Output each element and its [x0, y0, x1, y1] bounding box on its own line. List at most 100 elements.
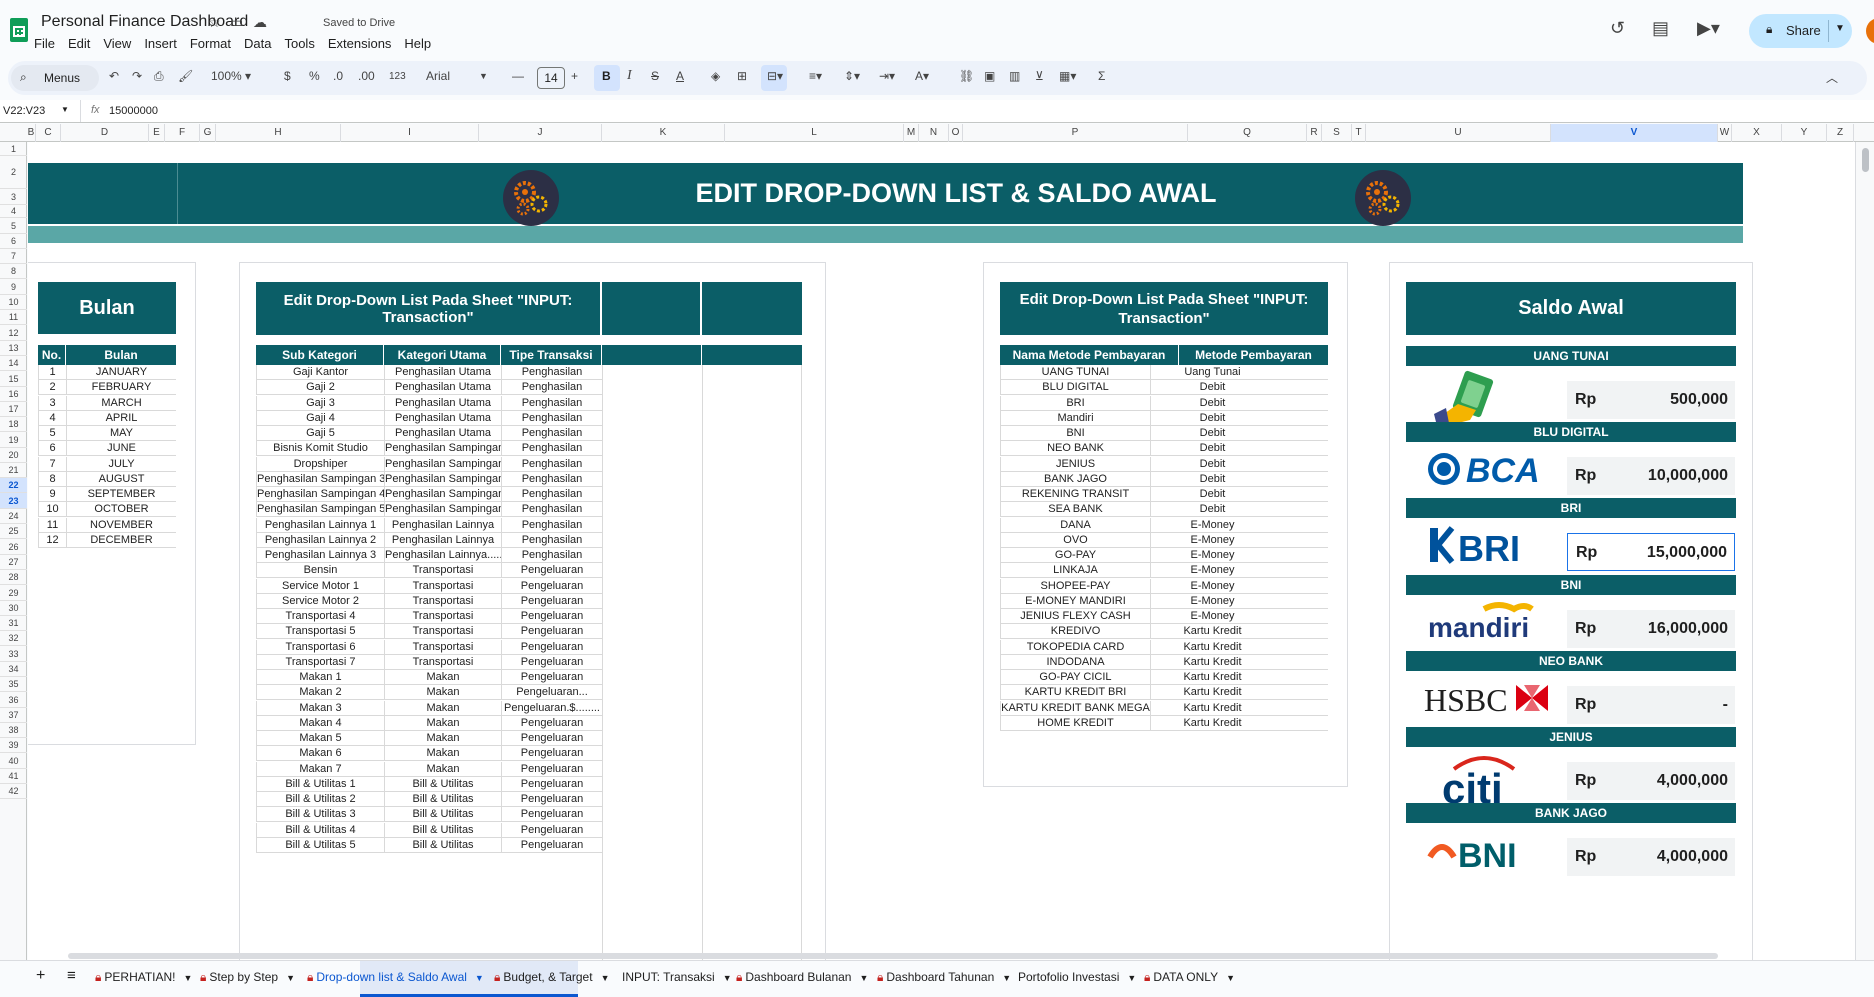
table-cell[interactable]: E-Money	[1150, 593, 1274, 609]
table-cell[interactable]: Transportasi	[384, 624, 501, 640]
column-header-w[interactable]: W	[1718, 124, 1732, 142]
sheet-tab[interactable]: 🔒︎ Drop-down list & Saldo Awal ▼	[307, 970, 484, 985]
table-cell[interactable]: Bill & Utilitas	[384, 807, 501, 823]
row-header-34[interactable]: 34	[0, 662, 27, 677]
chevron-down-icon[interactable]: ▼	[1127, 973, 1136, 983]
table-cell[interactable]: Kartu Kredit	[1150, 700, 1274, 716]
table-cell[interactable]: Transportasi 6	[256, 639, 384, 655]
table-cell[interactable]: Service Motor 2	[256, 593, 384, 609]
table-cell[interactable]: Kartu Kredit	[1150, 654, 1274, 670]
table-cell[interactable]: Penghasilan Utama	[384, 365, 501, 380]
sheet-tab[interactable]: Portofolio Investasi ▼	[1018, 970, 1136, 984]
table-cell[interactable]: Gaji 2	[256, 380, 384, 396]
table-cell[interactable]: Bill & Utilitas 5	[256, 837, 384, 853]
table-cell[interactable]: Uang Tunai	[1150, 365, 1274, 380]
table-cell[interactable]: Gaji 3	[256, 395, 384, 411]
table-cell[interactable]: Debit	[1150, 456, 1274, 472]
column-header-c[interactable]: C	[36, 124, 61, 142]
row-header-38[interactable]: 38	[0, 723, 27, 738]
menu-item-insert[interactable]: Insert	[144, 36, 177, 51]
table-cell[interactable]: Penghasilan Sampingan	[384, 456, 501, 472]
table-cell[interactable]: FEBRUARY	[66, 380, 176, 396]
insert-comment-icon[interactable]: ▣	[984, 69, 995, 83]
table-cell[interactable]: E-MONEY MANDIRI	[1000, 593, 1150, 609]
table-cell[interactable]: Pengeluaran	[501, 609, 602, 624]
table-cell[interactable]: Bill & Utilitas 2	[256, 792, 384, 807]
table-cell[interactable]: Dropshiper	[256, 456, 384, 472]
table-cell[interactable]: 11	[38, 517, 66, 533]
row-header-33[interactable]: 33	[0, 646, 27, 662]
table-cell[interactable]: E-Money	[1150, 532, 1274, 548]
undo-icon[interactable]: ↶	[109, 69, 119, 83]
row-header-27[interactable]: 27	[0, 555, 27, 570]
row-header-19[interactable]: 19	[0, 432, 27, 448]
table-cell[interactable]: Penghasilan	[501, 380, 602, 396]
table-cell[interactable]: JUNE	[66, 441, 176, 457]
table-cell[interactable]: 3	[38, 395, 66, 411]
font-size-input[interactable]: 14	[537, 67, 565, 89]
table-cell[interactable]: NOVEMBER	[66, 517, 176, 533]
row-header-17[interactable]: 17	[0, 402, 27, 417]
sheet-grid[interactable]: EDIT DROP-DOWN LIST & SALDO AWAL Bulan N…	[28, 142, 1856, 960]
table-cell[interactable]: Kartu Kredit	[1150, 670, 1274, 685]
decrease-font-size-icon[interactable]: —	[512, 69, 524, 83]
table-cell[interactable]: Makan	[384, 685, 501, 701]
table-cell[interactable]: Makan	[384, 670, 501, 685]
chevron-down-icon[interactable]: ▼	[601, 973, 610, 983]
table-cell[interactable]: 2	[38, 380, 66, 396]
row-header-9[interactable]: 9	[0, 279, 27, 295]
table-cell[interactable]: Makan 4	[256, 715, 384, 731]
table-cell[interactable]: Transportasi 7	[256, 654, 384, 670]
add-sheet-icon[interactable]: +	[36, 967, 45, 985]
row-header-29[interactable]: 29	[0, 585, 27, 601]
table-cell[interactable]: SHOPEE-PAY	[1000, 578, 1150, 594]
table-cell[interactable]: 7	[38, 456, 66, 472]
table-cell[interactable]: Pengeluaran	[501, 822, 602, 838]
table-cell[interactable]: 12	[38, 532, 66, 548]
table-cell[interactable]: Transportasi	[384, 639, 501, 655]
all-sheets-icon[interactable]: ≡	[67, 967, 76, 984]
table-cell[interactable]: TOKOPEDIA CARD	[1000, 639, 1150, 655]
table-cell[interactable]: Bensin	[256, 563, 384, 579]
table-cell[interactable]: Pengeluaran	[501, 624, 602, 640]
paint-format-icon[interactable]: 🖌︎	[178, 69, 193, 83]
version-history-icon[interactable]: ↺	[1610, 18, 1625, 39]
table-cell[interactable]: NEO BANK	[1000, 441, 1150, 457]
increase-font-size-icon[interactable]: +	[571, 69, 578, 83]
font-dropdown-icon[interactable]: ▼	[479, 71, 488, 81]
row-header-40[interactable]: 40	[0, 753, 27, 769]
table-cell[interactable]: Gaji 4	[256, 410, 384, 426]
row-header-18[interactable]: 18	[0, 417, 27, 432]
table-cell[interactable]: Gaji 5	[256, 426, 384, 441]
amount-cell[interactable]: Rp 500,000	[1567, 381, 1735, 419]
column-header-b[interactable]: B	[27, 124, 36, 142]
sheet-tab[interactable]: 🔒︎ Dashboard Tahunan ▼	[877, 970, 1011, 985]
insert-link-icon[interactable]: ⛓︎	[959, 69, 974, 83]
table-cell[interactable]: Makan 1	[256, 670, 384, 685]
row-header-24[interactable]: 24	[0, 509, 27, 524]
table-cell[interactable]: SEA BANK	[1000, 502, 1150, 518]
column-header-g[interactable]: G	[200, 124, 216, 142]
table-cell[interactable]: Pengeluaran	[501, 715, 602, 731]
row-header-31[interactable]: 31	[0, 616, 27, 631]
table-cell[interactable]: KARTU KREDIT BRI	[1000, 685, 1150, 701]
column-header-u[interactable]: U	[1366, 124, 1551, 142]
merge-cells-icon[interactable]: ⊟▾	[767, 69, 783, 83]
table-cell[interactable]: Makan	[384, 746, 501, 762]
table-cell[interactable]: Pengeluaran	[501, 792, 602, 807]
table-cell[interactable]: Penghasilan	[501, 532, 602, 548]
table-cell[interactable]: Bill & Utilitas	[384, 776, 501, 792]
row-header-37[interactable]: 37	[0, 708, 27, 723]
table-cell[interactable]: OVO	[1000, 532, 1150, 548]
table-cell[interactable]: E-Money	[1150, 609, 1274, 624]
table-cell[interactable]: Pengeluaran	[501, 746, 602, 762]
table-cell[interactable]: Pengeluaran.$........	[501, 700, 602, 716]
column-header-j[interactable]: J	[479, 124, 602, 142]
table-cell[interactable]: Transportasi 5	[256, 624, 384, 640]
table-cell[interactable]: Makan 2	[256, 685, 384, 701]
row-header-15[interactable]: 15	[0, 371, 27, 387]
table-cell[interactable]: Transportasi 4	[256, 609, 384, 624]
menu-item-tools[interactable]: Tools	[284, 36, 314, 51]
table-cell[interactable]: Debit	[1150, 441, 1274, 457]
table-cell[interactable]: Penghasilan Lainnya 1	[256, 517, 384, 533]
